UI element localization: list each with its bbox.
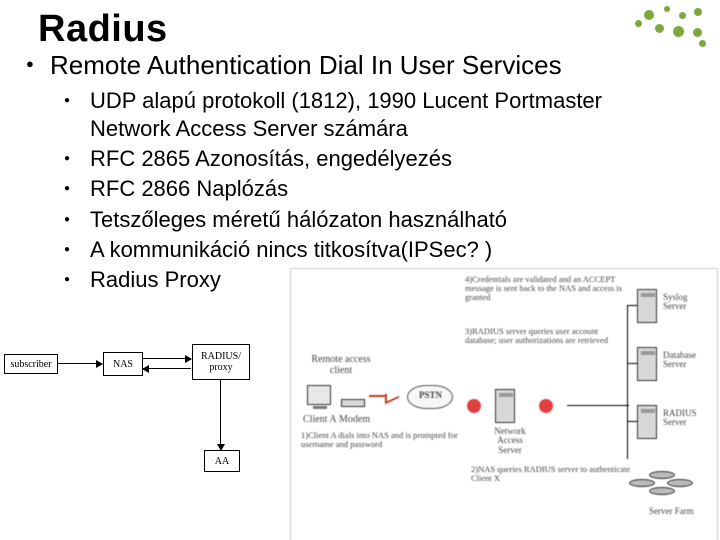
- bullet-text: RFC 2865 Azonosítás, engedélyezés: [90, 145, 650, 173]
- diagram-right: 4)Credentials are validated and an ACCEP…: [290, 268, 718, 540]
- server-farm-label: Server Farm: [649, 507, 694, 516]
- arrow-subscriber-nas: [58, 363, 102, 364]
- heading-text: Remote Authentication Dial In User Servi…: [50, 50, 562, 80]
- arrow-radius-aa: [220, 380, 221, 450]
- step1-label: 1)Client A dials into NAS and is prompte…: [301, 431, 469, 449]
- bullet-item: RFC 2866 Naplózás: [64, 175, 702, 203]
- slide: Radius Remote Authentication Dial In Use…: [0, 0, 720, 540]
- step2-label: 2)NAS queries RADIUS server to authentic…: [471, 465, 647, 483]
- radius-label: RADIUS Server: [663, 409, 713, 428]
- server-farm-icon: [629, 471, 695, 503]
- diagram-left: subscriber NAS RADIUS/ proxy AA: [4, 332, 282, 532]
- tap-radius: [627, 421, 637, 422]
- bullet-item: A kommunikáció nincs titkosítva(IPSec? ): [64, 236, 702, 264]
- step3-label: 3)RADIUS server queries user account dat…: [465, 327, 619, 345]
- bullet-item: RFC 2865 Azonosítás, engedélyezés: [64, 145, 702, 173]
- diagrams-area: subscriber NAS RADIUS/ proxy AA 4)Creden…: [0, 324, 720, 540]
- pc-icon: [307, 385, 331, 405]
- heading-item: Remote Authentication Dial In User Servi…: [26, 51, 702, 294]
- corner-decoration: [630, 6, 710, 66]
- arrow-radius-nas-bottom: [143, 368, 191, 369]
- db-server-icon: [637, 347, 657, 381]
- remote-client-label: Remote access client: [301, 355, 381, 376]
- bullet-item: UDP alapú protokoll (1812), 1990 Lucent …: [64, 87, 702, 143]
- sub-list: UDP alapú protokoll (1812), 1990 Lucent …: [64, 87, 702, 294]
- red-ball-icon: [467, 399, 481, 413]
- red-ball-icon: [539, 399, 553, 413]
- top-list: Remote Authentication Dial In User Servi…: [26, 51, 702, 294]
- nas-box: NAS: [103, 352, 143, 376]
- syslog-server-icon: [637, 289, 657, 323]
- tap-db: [627, 363, 637, 364]
- bullet-text: UDP alapú protokoll (1812), 1990 Lucent …: [90, 87, 650, 143]
- bus-line: [627, 305, 628, 459]
- nas-server-icon: [495, 389, 515, 423]
- nas-label: Network Access Server: [483, 427, 537, 455]
- subscriber-box: subscriber: [4, 354, 58, 374]
- client-a-label: Client A: [303, 415, 337, 426]
- zigzag-icon: [369, 395, 385, 397]
- pstn-label: PSTN: [419, 391, 442, 400]
- modem-icon: [341, 399, 365, 407]
- bullet-text: RFC 2866 Naplózás: [90, 175, 650, 203]
- radius-proxy-box: RADIUS/ proxy: [192, 344, 250, 380]
- arrow-nas-radius-top: [143, 358, 191, 359]
- step4-label: 4)Credentials are validated and an ACCEP…: [465, 275, 623, 302]
- modem-label: Modem: [339, 415, 370, 426]
- zigzag-icon-2: [385, 388, 399, 405]
- radius-server-icon: [637, 405, 657, 439]
- bullet-item: Tetszőleges méretű hálózaton használható: [64, 206, 702, 234]
- tap-syslog: [627, 305, 637, 306]
- bullet-text: A kommunikáció nincs titkosítva(IPSec? ): [90, 236, 650, 264]
- bullet-text: Tetszőleges méretű hálózaton használható: [90, 206, 650, 234]
- slide-title: Radius: [38, 8, 702, 51]
- aa-box: AA: [204, 450, 240, 472]
- db-label: Database Server: [663, 351, 717, 370]
- syslog-label: Syslog Server: [663, 293, 713, 312]
- connector-line: [567, 405, 629, 406]
